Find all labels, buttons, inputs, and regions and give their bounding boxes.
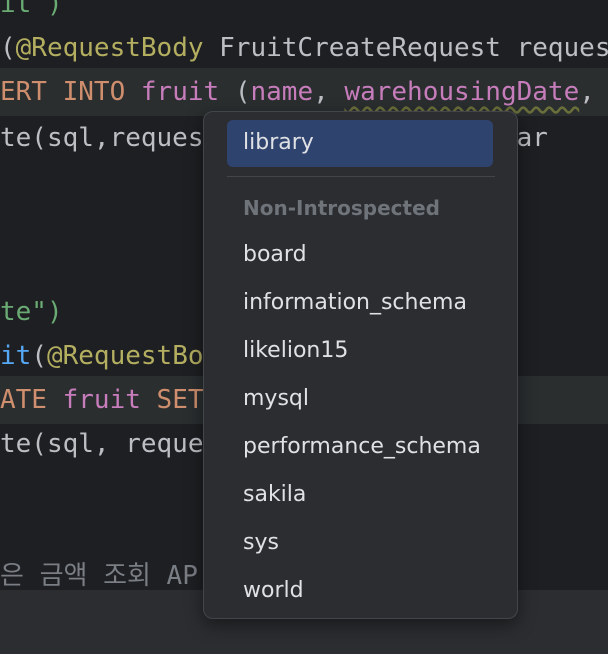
code-token: ATE (0, 385, 63, 415)
code-token: name (250, 77, 314, 107)
code-token: fruit (62, 385, 141, 415)
group-label-non-introspected: Non-Introspected (243, 196, 440, 220)
schema-option-world[interactable]: world (243, 571, 304, 611)
code-token: te") (0, 297, 63, 327)
code-token: ( (0, 33, 16, 63)
schema-option-likelion15[interactable]: likelion15 (243, 331, 348, 371)
schema-option-board[interactable]: board (243, 235, 307, 275)
code-token: @RequestBody (15, 33, 204, 63)
code-token: , (313, 77, 345, 107)
code-token: fruit (140, 77, 220, 107)
code-token: FruitCreateRequest reques (203, 33, 608, 63)
code-line[interactable]: (@RequestBody FruitCreateRequest reques (0, 24, 608, 72)
code-line[interactable]: ERT INTO fruit (name, warehousingDate, (0, 68, 608, 116)
code-token: 은 금액 조회 AP (0, 561, 198, 591)
code-token: SET (140, 385, 204, 415)
code-line[interactable]: te(sql, reque (0, 420, 204, 468)
schema-option-sys[interactable]: sys (243, 523, 279, 563)
schema-option-information-schema[interactable]: information_schema (243, 283, 467, 323)
schema-option-label: library (243, 130, 314, 155)
code-token: it") (0, 0, 63, 19)
code-token: ERT INTO (0, 77, 141, 107)
code-token: te(sql, reque (0, 429, 204, 459)
code-token: it (0, 341, 32, 371)
schema-dropdown[interactable]: library Non-Introspected board informati… (203, 111, 518, 619)
code-token: @RequestBo (46, 341, 204, 371)
code-token: te(sql,reques (0, 123, 204, 153)
code-token: ( (219, 77, 251, 107)
schema-option-sakila[interactable]: sakila (243, 475, 306, 515)
schema-option-library[interactable]: library (227, 120, 493, 167)
code-token: warehousingDate (344, 77, 580, 107)
code-token: ( (31, 341, 47, 371)
schema-option-performance-schema[interactable]: performance_schema (243, 427, 481, 467)
code-token: , (579, 77, 595, 107)
code-line[interactable]: te") (0, 288, 63, 336)
separator (227, 176, 495, 177)
schema-option-mysql[interactable]: mysql (243, 379, 309, 419)
